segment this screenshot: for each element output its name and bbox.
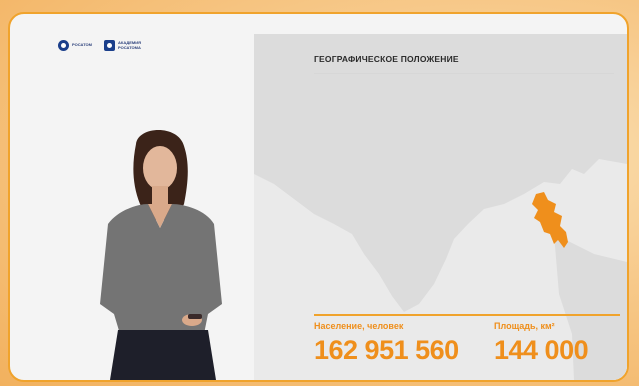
academy-logo: АКАДЕМИЯ РОСАТОМА [104, 40, 146, 51]
rosatom-logo-icon [58, 40, 69, 51]
bangladesh-map-highlight [532, 192, 568, 248]
area-stat: Площадь, км² 144 000 [494, 321, 589, 366]
presenter-neck [152, 186, 168, 206]
academy-logo-icon [104, 40, 115, 51]
presenter-face [143, 146, 177, 190]
presenter-figure [100, 130, 222, 380]
logo-bar: РОСАТОМ АКАДЕМИЯ РОСАТОМА [58, 40, 146, 51]
presenter-skirt [110, 330, 216, 380]
population-value: 162 951 560 [314, 335, 459, 365]
rosatom-logo-text: РОСАТОМ [72, 42, 92, 48]
academy-logo-text: АКАДЕМИЯ РОСАТОМА [118, 40, 141, 50]
heading-divider [314, 73, 614, 74]
video-frame: РОСАТОМ АКАДЕМИЯ РОСАТОМА ГЕОГРАФИЧЕСКОЕ… [8, 12, 629, 382]
area-label: Площадь, км² [494, 321, 555, 331]
population-stat: Население, человек 162 951 560 [314, 321, 459, 366]
presenter-clicker [188, 314, 202, 319]
population-label: Население, человек [314, 321, 404, 331]
rosatom-logo: РОСАТОМ [58, 40, 92, 51]
area-value: 144 000 [494, 335, 589, 365]
stats-divider [314, 314, 620, 316]
slide-heading: ГЕОГРАФИЧЕСКОЕ ПОЛОЖЕНИЕ [314, 54, 459, 64]
